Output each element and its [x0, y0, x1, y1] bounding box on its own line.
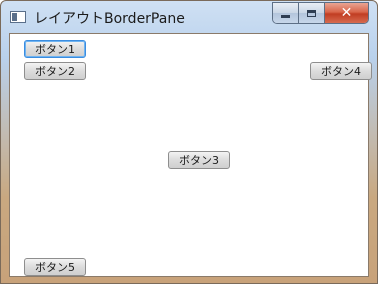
- close-button[interactable]: ✕: [325, 3, 368, 23]
- minimize-button[interactable]: [273, 3, 299, 23]
- button-3[interactable]: ボタン3: [168, 151, 230, 169]
- app-window: レイアウトBorderPane ✕ ボタン1 ボタン2 ボタン4 ボタン3 ボタ…: [0, 0, 378, 284]
- button-1[interactable]: ボタン1: [24, 40, 86, 58]
- title-bar[interactable]: レイアウトBorderPane ✕: [1, 1, 377, 33]
- button-4[interactable]: ボタン4: [310, 62, 372, 80]
- window-title: レイアウトBorderPane: [34, 11, 185, 27]
- maximize-icon: [307, 9, 316, 17]
- close-icon: ✕: [340, 5, 353, 21]
- button-2[interactable]: ボタン2: [24, 62, 86, 80]
- caption-buttons: ✕: [272, 2, 369, 24]
- border-pane: ボタン1 ボタン2 ボタン4 ボタン3 ボタン5: [9, 33, 372, 277]
- minimize-icon: [281, 14, 290, 18]
- button-5[interactable]: ボタン5: [24, 258, 86, 276]
- window-icon: [10, 11, 26, 23]
- maximize-button[interactable]: [299, 3, 325, 23]
